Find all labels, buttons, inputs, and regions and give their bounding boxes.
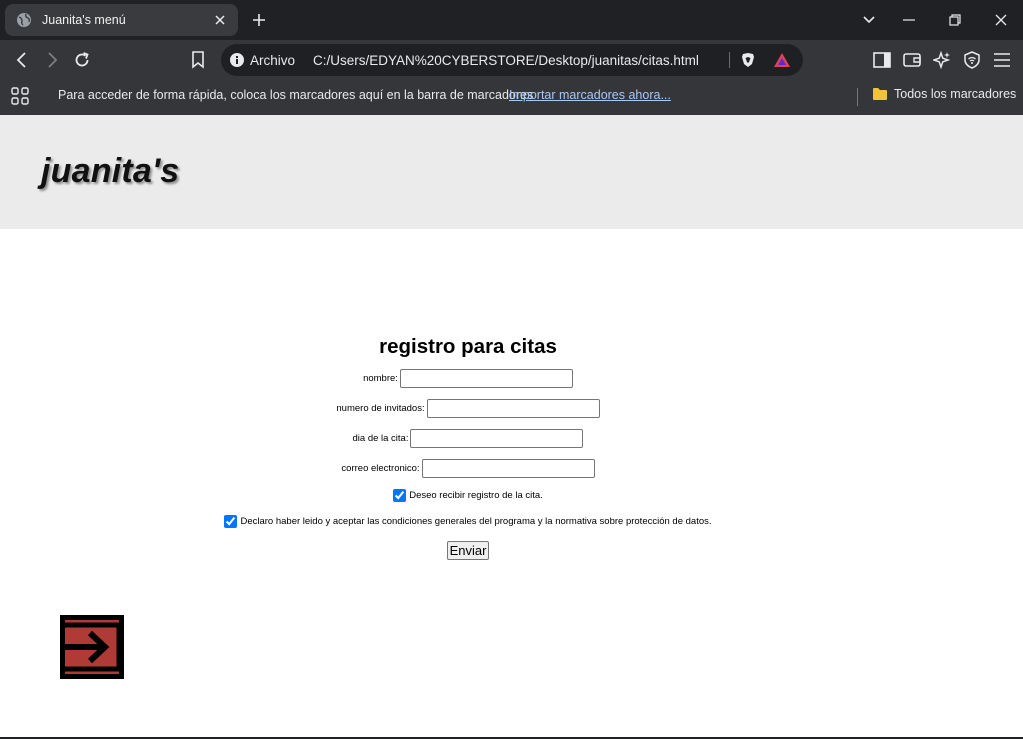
nombre-input[interactable] <box>399 369 573 388</box>
receipt-checkbox[interactable] <box>393 489 407 502</box>
receipt-checkbox-label: Deseo recibir registro de la cita. <box>409 490 543 501</box>
field-label-invitados: numero de invitados: <box>336 403 425 414</box>
minimize-icon[interactable] <box>894 5 924 35</box>
bookmarks-bar: Para acceder de forma rápida, coloca los… <box>0 80 1023 115</box>
bookmarks-hint: Para acceder de forma rápida, coloca los… <box>58 88 534 102</box>
wallet-icon[interactable] <box>900 48 924 72</box>
address-url[interactable]: C:/Users/EDYAN%20CYBERSTORE/Desktop/juan… <box>313 53 703 68</box>
submit-button[interactable]: Enviar <box>447 541 489 560</box>
form-row-invitados: numero de invitados: <box>0 399 936 418</box>
form-row-nombre: nombre: <box>0 369 936 388</box>
vpn-shield-icon[interactable] <box>960 48 984 72</box>
restore-window-icon[interactable] <box>940 5 970 35</box>
tab-close-icon[interactable] <box>210 10 230 30</box>
globe-icon <box>17 13 31 27</box>
menu-hamburger-icon[interactable] <box>990 48 1014 72</box>
site-logo: juanita's <box>41 152 180 190</box>
terms-checkbox-label: Declaro haber leido y aceptar las condic… <box>240 516 712 527</box>
terms-checkbox[interactable] <box>224 515 238 528</box>
tab-title: Juanita's menú <box>42 13 126 27</box>
form-row-terms: Declaro haber leido y aceptar las condic… <box>0 515 936 528</box>
browser-tab[interactable]: Juanita's menú <box>5 4 238 36</box>
back-arrow-icon[interactable] <box>10 48 34 72</box>
brave-rewards-icon[interactable] <box>773 52 791 68</box>
sidebar-toggle-icon[interactable] <box>870 48 894 72</box>
tab-search-chevron-icon[interactable] <box>854 5 884 35</box>
site-info-icon[interactable] <box>229 52 245 68</box>
all-bookmarks-button[interactable]: Todos los marcadores <box>872 87 1016 101</box>
address-scheme: Archivo <box>250 52 296 68</box>
folder-icon <box>873 88 887 100</box>
apps-grid-icon[interactable] <box>10 86 30 106</box>
all-bookmarks-label: Todos los marcadores <box>894 87 1017 101</box>
field-label-dia: dia de la cita: <box>352 433 409 444</box>
leo-ai-sparkle-icon[interactable] <box>930 48 954 72</box>
new-tab-plus-icon[interactable] <box>247 8 271 32</box>
import-bookmarks-link[interactable]: Importar marcadores ahora... <box>509 88 671 102</box>
exit-arrow-icon[interactable] <box>60 615 124 679</box>
address-divider <box>729 52 730 68</box>
form-row-correo: correo electronico: <box>0 459 936 478</box>
bookmarks-divider <box>857 88 858 106</box>
field-label-correo: correo electronico: <box>341 463 420 474</box>
bookmark-icon[interactable] <box>186 48 210 72</box>
forward-arrow-icon[interactable] <box>40 48 64 72</box>
form-row-dia: dia de la cita: <box>0 429 936 448</box>
field-label-nombre: nombre: <box>363 373 398 384</box>
site-header: juanita's <box>0 115 1023 229</box>
invitados-input[interactable] <box>426 399 600 418</box>
form-row-receipt: Deseo recibir registro de la cita. <box>0 489 936 502</box>
tab-bar: Juanita's menú <box>0 0 1023 40</box>
form-title: registro para citas <box>379 335 557 358</box>
correo-input[interactable] <box>421 459 595 478</box>
close-window-icon[interactable] <box>986 5 1016 35</box>
address-bar[interactable]: Archivo C:/Users/EDYAN%20CYBERSTORE/Desk… <box>221 44 803 76</box>
reload-icon[interactable] <box>70 48 94 72</box>
dia-input[interactable] <box>410 429 584 448</box>
brave-shields-icon[interactable] <box>740 52 756 68</box>
